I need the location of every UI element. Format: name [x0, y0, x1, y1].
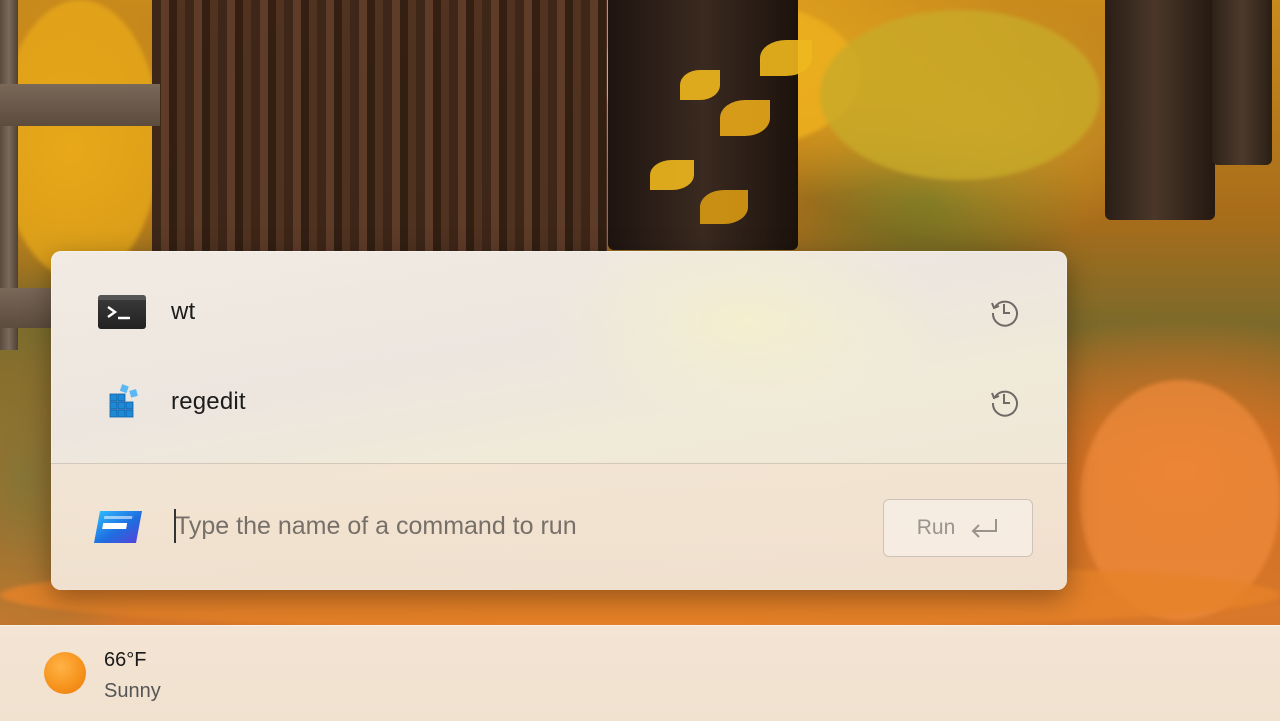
taskbar: 66°F Sunny	[0, 625, 1280, 721]
history-clock-icon[interactable]	[987, 384, 1023, 420]
enter-arrow-icon	[971, 519, 998, 538]
run-dialog: wt regedit Type the name of a command to…	[51, 251, 1067, 590]
run-button[interactable]: Run	[883, 499, 1033, 557]
history-item-label: wt	[171, 298, 196, 325]
history-item-label: regedit	[171, 388, 246, 415]
history-list: wt regedit	[51, 267, 1067, 447]
text-caret	[174, 509, 176, 543]
terminal-icon	[97, 292, 147, 332]
command-input-row: Run	[51, 464, 1067, 590]
weather-temperature: 66°F	[104, 649, 147, 671]
sun-icon	[44, 652, 86, 694]
history-item-wt[interactable]: wt	[51, 267, 1067, 357]
registry-editor-icon	[97, 382, 147, 422]
run-app-icon	[94, 511, 142, 543]
weather-widget[interactable]: 66°F Sunny	[44, 648, 161, 706]
history-item-regedit[interactable]: regedit	[51, 357, 1067, 447]
weather-condition: Sunny	[104, 680, 161, 702]
history-clock-icon[interactable]	[987, 294, 1023, 330]
run-button-label: Run	[916, 516, 956, 539]
command-input[interactable]	[173, 504, 835, 548]
